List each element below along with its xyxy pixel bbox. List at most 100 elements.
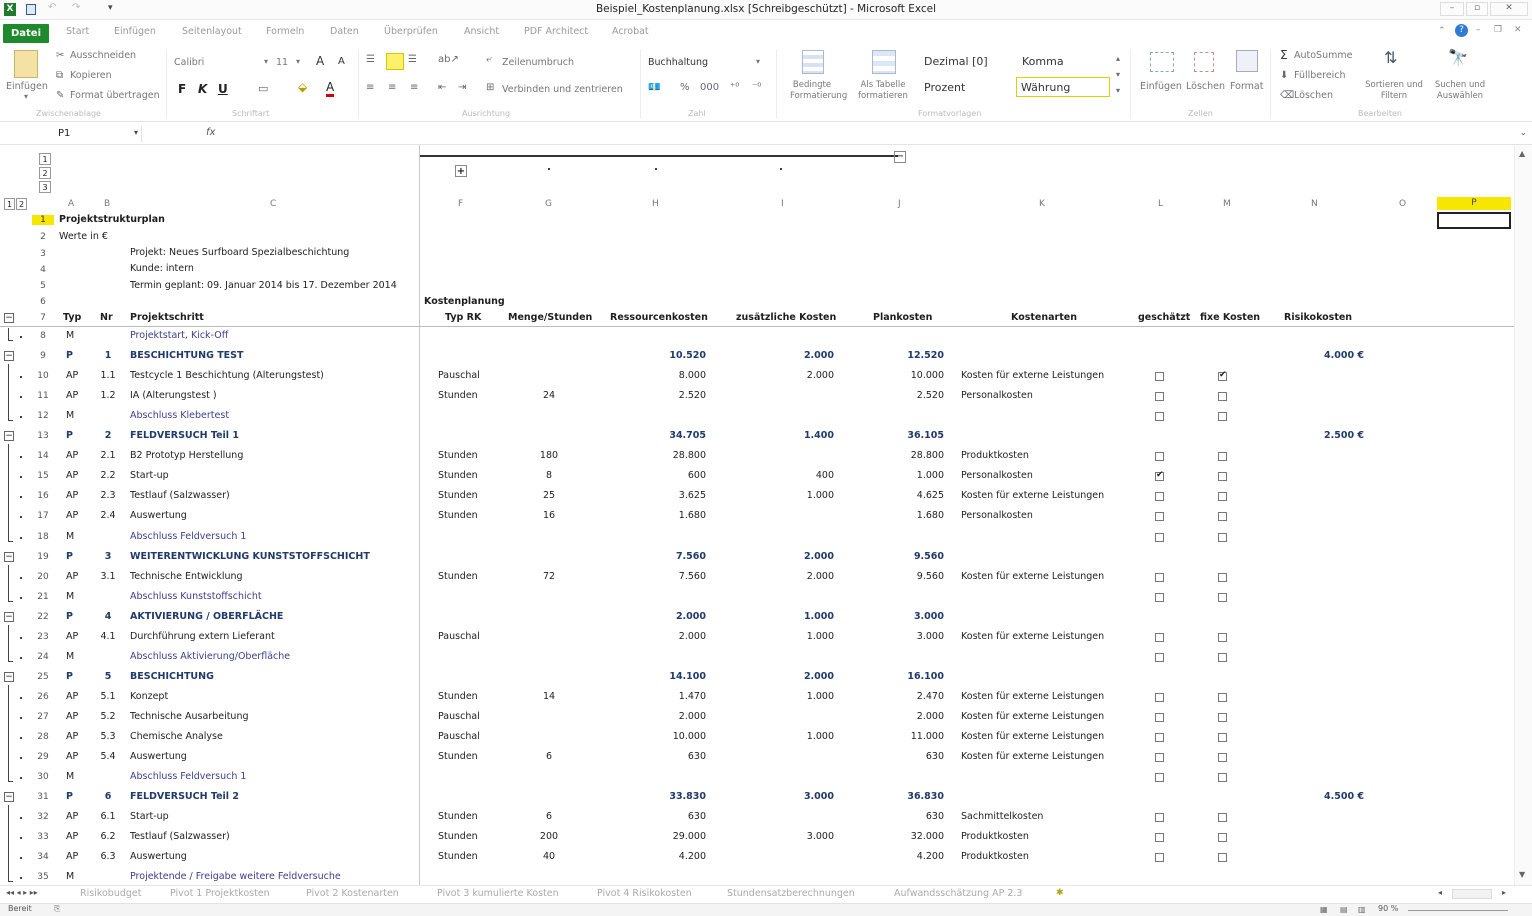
- fixed-cost-checkbox[interactable]: [1218, 492, 1227, 501]
- wrap-text-button[interactable]: Zeilenumbruch: [502, 57, 574, 68]
- estimated-checkbox[interactable]: [1155, 372, 1164, 381]
- style-prozent[interactable]: Prozent: [920, 78, 969, 98]
- fixed-cost-checkbox[interactable]: [1218, 512, 1227, 521]
- row-number-1[interactable]: 1: [32, 215, 54, 225]
- fixed-cost-checkbox[interactable]: [1218, 833, 1227, 842]
- style-dezimal[interactable]: Dezimal [0]: [920, 52, 992, 72]
- row-number[interactable]: 29: [32, 752, 54, 762]
- fixed-cost-checkbox[interactable]: [1218, 452, 1227, 461]
- estimated-checkbox[interactable]: [1155, 713, 1164, 722]
- fixed-cost-checkbox[interactable]: [1218, 653, 1227, 662]
- fixed-cost-checkbox[interactable]: [1218, 412, 1227, 421]
- help-icon[interactable]: ?: [1455, 24, 1468, 37]
- border-icon[interactable]: ▭: [258, 82, 268, 95]
- fx-icon[interactable]: fx: [206, 127, 215, 138]
- scroll-up-icon[interactable]: ▲: [1519, 149, 1525, 158]
- horizontal-scrollbar[interactable]: [1452, 889, 1492, 899]
- sheet-tab-stundensatz[interactable]: Stundensatzberechnungen: [727, 888, 855, 899]
- col-header-g[interactable]: G: [545, 199, 552, 209]
- grow-font-icon[interactable]: A: [316, 54, 324, 68]
- italic-icon[interactable]: K: [198, 82, 207, 96]
- sheet-tab-risikobudget[interactable]: Risikobudget: [80, 888, 142, 899]
- format-painter-button[interactable]: Format übertragen: [70, 90, 160, 101]
- style-waehrung[interactable]: Währung: [1016, 77, 1110, 97]
- align-middle-icon[interactable]: [386, 53, 404, 70]
- hscroll-right-icon[interactable]: ▸: [1502, 888, 1506, 897]
- collapse-group-row-7[interactable]: −: [4, 313, 14, 323]
- row-number[interactable]: 34: [32, 852, 54, 862]
- collapse-group-toggle[interactable]: −: [4, 672, 14, 682]
- row-outline-level-1[interactable]: 1: [4, 198, 15, 210]
- fixed-cost-checkbox[interactable]: [1218, 853, 1227, 862]
- row-outline-level-2[interactable]: 2: [16, 198, 27, 210]
- row-number[interactable]: 30: [32, 772, 54, 782]
- align-center-icon[interactable]: ≡: [388, 82, 396, 93]
- window-tile-icon[interactable]: ❐: [1494, 25, 1502, 35]
- row-number[interactable]: 9: [32, 351, 54, 361]
- underline-icon[interactable]: U: [218, 82, 228, 96]
- sheet-tab-pivot-3[interactable]: Pivot 3 kumulierte Kosten: [437, 888, 559, 899]
- orientation-icon[interactable]: ab↗: [438, 54, 459, 65]
- fixed-cost-checkbox[interactable]: [1218, 693, 1227, 702]
- fixed-cost-checkbox[interactable]: [1218, 573, 1227, 582]
- tab-seitenlayout[interactable]: Seitenlayout: [182, 26, 242, 37]
- name-box[interactable]: [4, 126, 142, 142]
- ribbon-minimize-icon[interactable]: ⌃: [1438, 26, 1446, 36]
- worksheet-grid[interactable]: 1 2 3 1 2 − + A B C F G H I J K L M N O …: [0, 145, 1532, 885]
- cut-button[interactable]: Ausschneiden: [70, 50, 136, 61]
- row-number[interactable]: 19: [32, 552, 54, 562]
- fill-color-icon[interactable]: ⬙: [298, 80, 307, 94]
- fixed-cost-checkbox[interactable]: [1218, 370, 1227, 381]
- estimated-checkbox[interactable]: [1155, 753, 1164, 762]
- col-header-b[interactable]: B: [104, 199, 110, 209]
- zoom-slider[interactable]: [1408, 910, 1508, 911]
- estimated-checkbox[interactable]: [1155, 412, 1164, 421]
- font-color-icon[interactable]: A: [326, 80, 335, 97]
- copy-button[interactable]: Kopieren: [70, 70, 112, 81]
- window-close-icon[interactable]: ✕: [1514, 25, 1522, 35]
- row-number[interactable]: 21: [32, 592, 54, 602]
- fixed-cost-checkbox[interactable]: [1218, 472, 1227, 481]
- close-icon[interactable]: ✕: [1490, 2, 1528, 16]
- tab-ansicht[interactable]: Ansicht: [464, 26, 499, 37]
- tab-acrobat[interactable]: Acrobat: [612, 26, 649, 37]
- format-cells-button[interactable]: Format: [1230, 81, 1263, 92]
- sheet-tab-pivot-1[interactable]: Pivot 1 Projektkosten: [170, 888, 270, 899]
- row-number[interactable]: 20: [32, 572, 54, 582]
- scroll-down-icon[interactable]: ▼: [1519, 870, 1525, 879]
- fixed-cost-checkbox[interactable]: [1218, 633, 1227, 642]
- file-tab[interactable]: Datei: [3, 24, 49, 43]
- outline-level-3[interactable]: 3: [39, 181, 51, 193]
- fixed-cost-checkbox[interactable]: [1218, 593, 1227, 602]
- styles-scroll-down-icon[interactable]: ▾: [1116, 70, 1120, 79]
- estimated-checkbox[interactable]: [1155, 693, 1164, 702]
- sheet-tab-pivot-4[interactable]: Pivot 4 Risikokosten: [597, 888, 692, 899]
- estimated-checkbox[interactable]: [1155, 392, 1164, 401]
- row-number[interactable]: 13: [32, 431, 54, 441]
- estimated-checkbox[interactable]: [1155, 773, 1164, 782]
- sheet-tab-pivot-2[interactable]: Pivot 2 Kostenarten: [306, 888, 399, 899]
- fixed-cost-checkbox[interactable]: [1218, 773, 1227, 782]
- find-select-button[interactable]: Suchen und Auswählen: [1428, 80, 1492, 102]
- collapse-group-toggle[interactable]: −: [4, 792, 14, 802]
- delete-cells-button[interactable]: Löschen: [1186, 81, 1225, 92]
- row-number[interactable]: 35: [32, 872, 54, 882]
- col-header-k[interactable]: K: [1039, 199, 1045, 209]
- row-number[interactable]: 26: [32, 692, 54, 702]
- estimated-checkbox[interactable]: [1155, 633, 1164, 642]
- row-number-4[interactable]: 4: [32, 265, 54, 275]
- row-number-2[interactable]: 2: [32, 232, 54, 242]
- row-number-5[interactable]: 5: [32, 281, 54, 291]
- bold-icon[interactable]: F: [178, 82, 186, 96]
- estimated-checkbox[interactable]: [1155, 492, 1164, 501]
- conditional-formatting-button[interactable]: Bedingte Formatierung: [790, 80, 847, 102]
- window-restore-icon[interactable]: –: [1476, 25, 1481, 35]
- row-number[interactable]: 27: [32, 712, 54, 722]
- align-right-icon[interactable]: ≡: [410, 82, 418, 93]
- row-number[interactable]: 25: [32, 672, 54, 682]
- estimated-checkbox[interactable]: [1155, 470, 1164, 481]
- fixed-cost-checkbox[interactable]: [1218, 753, 1227, 762]
- estimated-checkbox[interactable]: [1155, 533, 1164, 542]
- row-number[interactable]: 32: [32, 812, 54, 822]
- shrink-font-icon[interactable]: A: [338, 56, 345, 67]
